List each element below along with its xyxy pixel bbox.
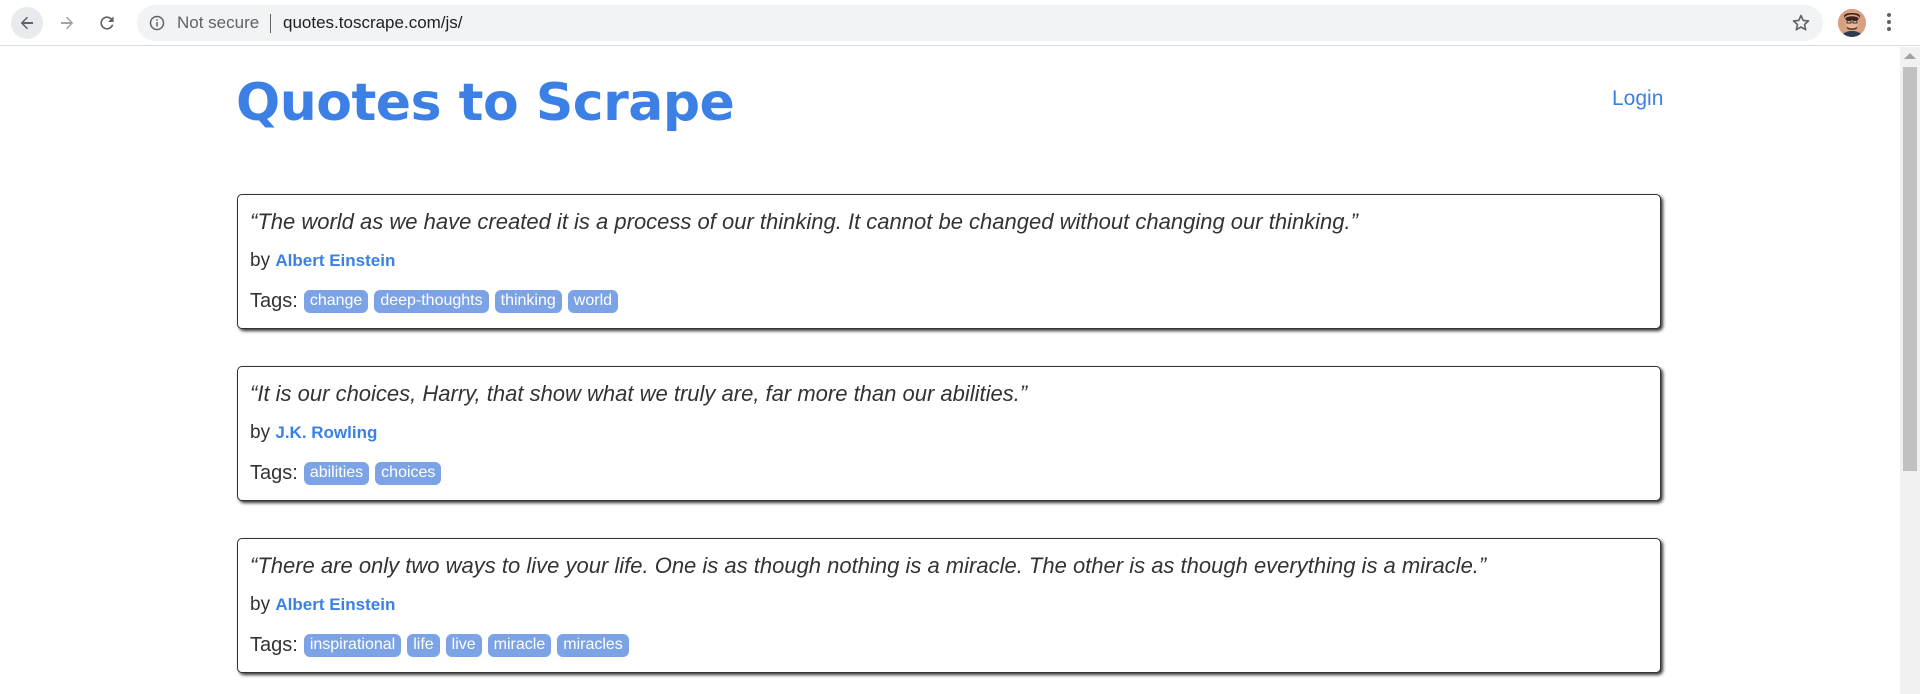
author-name[interactable]: J.K. Rowling <box>275 423 377 442</box>
tags-line: Tags: change deep-thoughts thinking worl… <box>250 290 624 313</box>
site-title[interactable]: Quotes to Scrape <box>236 73 735 133</box>
browser-toolbar: Not secure quotes.toscrape.com/js/ <box>0 0 1920 46</box>
author-line: by J.K. Rowling <box>250 422 377 444</box>
author-name[interactable]: Albert Einstein <box>275 595 395 614</box>
by-label: by <box>250 250 271 271</box>
by-label: by <box>250 594 271 615</box>
more-vertical-icon[interactable] <box>1886 11 1892 33</box>
tags-line: Tags: abilities choices <box>250 462 447 485</box>
tag-link[interactable]: live <box>445 634 482 657</box>
page-content: Quotes to Scrape Login “The world as we … <box>0 47 1900 694</box>
tags-line: Tags: inspirational life live miracle mi… <box>250 634 635 657</box>
tag-link[interactable]: change <box>303 290 369 313</box>
tag-link[interactable]: miracle <box>487 634 552 657</box>
back-button[interactable] <box>11 7 43 39</box>
quote-card: “It is our choices, Harry, that show wha… <box>237 366 1661 501</box>
reload-icon <box>100 16 114 30</box>
tag-link[interactable]: thinking <box>494 290 562 313</box>
profile-avatar[interactable] <box>1838 9 1866 37</box>
address-bar[interactable]: Not secure quotes.toscrape.com/js/ <box>137 5 1823 41</box>
scrollbar-thumb[interactable] <box>1903 67 1917 471</box>
tag-link[interactable]: choices <box>375 462 442 485</box>
tags-label: Tags: <box>250 290 298 312</box>
tag-link[interactable]: inspirational <box>303 634 402 657</box>
url-text[interactable]: quotes.toscrape.com/js/ <box>283 14 463 32</box>
arrow-right-icon <box>61 16 74 30</box>
info-icon[interactable] <box>149 15 165 31</box>
quote-card: “The world as we have created it is a pr… <box>237 194 1661 329</box>
quote-text: “The world as we have created it is a pr… <box>250 209 1358 234</box>
tag-link[interactable]: world <box>567 290 619 313</box>
page-scrollbar[interactable] <box>1900 47 1920 694</box>
tags-label: Tags: <box>250 462 298 484</box>
tag-link[interactable]: life <box>407 634 440 657</box>
author-name[interactable]: Albert Einstein <box>275 251 395 270</box>
tag-link[interactable]: deep-thoughts <box>374 290 489 313</box>
user-avatar-icon <box>1838 9 1866 37</box>
forward-button[interactable] <box>51 7 83 39</box>
scroll-up-arrow-icon[interactable] <box>1904 53 1916 59</box>
tag-link[interactable]: abilities <box>303 462 370 485</box>
quote-card: “There are only two ways to live your li… <box>237 538 1661 673</box>
arrow-left-icon <box>20 16 33 30</box>
reload-button[interactable] <box>91 7 123 39</box>
url-separator <box>270 14 271 33</box>
quote-text: “There are only two ways to live your li… <box>250 553 1487 578</box>
security-label[interactable]: Not secure <box>177 14 259 32</box>
tag-link[interactable]: miracles <box>557 634 629 657</box>
by-label: by <box>250 422 271 443</box>
author-line: by Albert Einstein <box>250 250 395 272</box>
tags-label: Tags: <box>250 634 298 656</box>
quote-text: “It is our choices, Harry, that show wha… <box>250 381 1028 406</box>
star-icon[interactable] <box>1791 13 1811 33</box>
login-link[interactable]: Login <box>1612 87 1663 111</box>
author-line: by Albert Einstein <box>250 594 395 616</box>
